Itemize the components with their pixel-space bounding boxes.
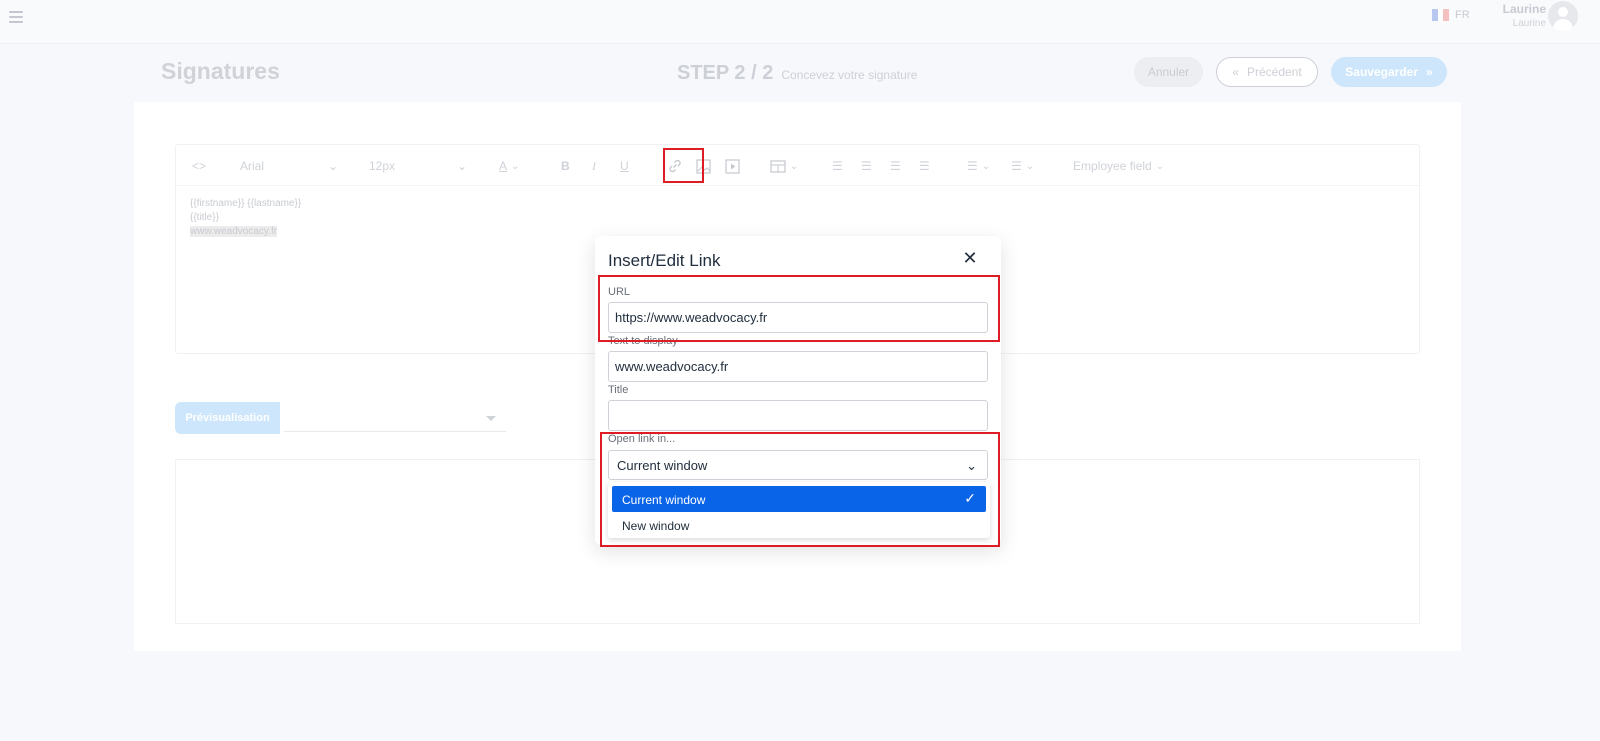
link-button-highlight	[663, 148, 704, 183]
preview-button[interactable]: Prévisualisation	[175, 402, 280, 434]
step-number: STEP 2 / 2	[677, 62, 774, 84]
step-indicator: STEP 2 / 2 Concevez votre signature	[677, 62, 917, 85]
user-name: Laurine	[1502, 2, 1546, 16]
text-color-icon[interactable]: A ⌄	[499, 157, 519, 175]
source-code-icon[interactable]: <>	[192, 157, 206, 175]
font-size-select[interactable]: 12px ⌄	[363, 155, 473, 177]
editor-line: {{title}}	[190, 212, 219, 223]
editor-line: {{firstname}} {{lastname}}	[190, 198, 302, 209]
bullet-list-icon[interactable]: ☰ ⌄	[1011, 157, 1034, 175]
double-chevron-left-icon: «	[1232, 65, 1239, 79]
title-label: Title	[608, 384, 629, 396]
france-flag-icon	[1432, 9, 1450, 21]
editor-content[interactable]: {{firstname}} {{lastname}} {{title}} www…	[190, 197, 301, 239]
page-title: Signatures	[161, 58, 280, 84]
align-right-icon[interactable]: ☰	[890, 157, 901, 175]
language-code: FR	[1455, 9, 1470, 21]
employee-field-label: Employee field	[1073, 159, 1152, 173]
font-size-value: 12px	[369, 159, 396, 173]
cancel-button[interactable]: Annuler	[1134, 57, 1203, 87]
align-center-icon[interactable]: ☰	[861, 157, 872, 175]
previous-label: Précédent	[1246, 65, 1302, 79]
table-icon[interactable]: ⌄	[770, 157, 798, 175]
align-justify-icon[interactable]: ☰	[919, 157, 930, 175]
preview-bar: Prévisualisation	[175, 402, 514, 434]
avatar[interactable]	[1548, 1, 1578, 31]
font-family-value: Arial	[240, 159, 265, 173]
step-description: Concevez votre signature	[781, 68, 918, 82]
menu-icon[interactable]	[9, 11, 23, 23]
underline-icon[interactable]: U	[620, 157, 629, 175]
bold-icon[interactable]: B	[561, 157, 570, 175]
top-bar: FR Laurine Laurine	[0, 0, 1600, 44]
close-icon[interactable]: ✕	[960, 248, 980, 268]
editor-link-text: www.weadvocacy.fr	[190, 226, 278, 237]
save-label: Sauvegarder	[1345, 65, 1418, 79]
cancel-label: Annuler	[1147, 65, 1190, 79]
editor-toolbar: <> Arial ⌄ 12px ⌄ A ⌄ B I U ⌄ ☰ ☰ ☰ ☰ ☰ …	[176, 145, 1419, 186]
preview-employee-select[interactable]	[284, 406, 506, 432]
title-input[interactable]	[608, 400, 988, 431]
save-button[interactable]: Sauvegarder »	[1331, 57, 1447, 87]
dialog-title: Insert/Edit Link	[608, 251, 721, 270]
url-field-highlight	[598, 275, 1000, 342]
chevron-down-icon: ⌄	[456, 159, 467, 173]
user-subtitle: Laurine	[1512, 18, 1546, 29]
double-chevron-right-icon: »	[1426, 65, 1433, 79]
open-link-highlight	[600, 432, 1000, 547]
media-icon[interactable]	[725, 157, 740, 175]
align-left-icon[interactable]: ☰	[832, 157, 843, 175]
chevron-down-icon: ⌄	[327, 159, 338, 173]
chevron-down-icon: ⌄	[1155, 160, 1165, 172]
employee-field-dropdown[interactable]: Employee field ⌄	[1073, 157, 1164, 175]
language-selector[interactable]: FR	[1432, 9, 1470, 21]
italic-icon[interactable]: I	[592, 157, 596, 175]
user-info[interactable]: Laurine Laurine	[1496, 2, 1546, 29]
font-family-select[interactable]: Arial ⌄	[234, 155, 344, 177]
caret-down-icon	[486, 416, 496, 421]
numbered-list-icon[interactable]: ☰ ⌄	[967, 157, 990, 175]
text-to-display-input[interactable]	[608, 351, 988, 382]
previous-button[interactable]: « Précédent	[1216, 57, 1318, 87]
